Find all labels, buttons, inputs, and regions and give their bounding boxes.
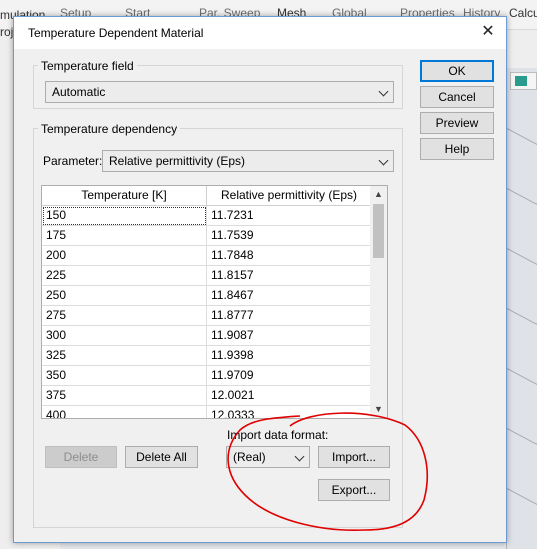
temperature-field-value: Automatic: [52, 85, 106, 99]
import-format-label: Import data format:: [227, 428, 329, 442]
workspace-view: [506, 68, 537, 549]
cell-permittivity[interactable]: 11.9398: [207, 346, 371, 366]
ok-button[interactable]: OK: [420, 60, 494, 82]
temperature-dependent-material-dialog: Temperature Dependent Material ✕ Tempera…: [13, 16, 507, 543]
table-scrollbar[interactable]: ▲ ▼: [370, 186, 387, 418]
table-row[interactable]: 375 12.0021: [42, 386, 371, 406]
delete-all-button[interactable]: Delete All: [125, 446, 198, 468]
cell-permittivity[interactable]: 11.8157: [207, 266, 371, 286]
cancel-button[interactable]: Cancel: [420, 86, 494, 108]
cell-permittivity[interactable]: 11.8467: [207, 286, 371, 306]
cell-permittivity[interactable]: 11.9087: [207, 326, 371, 346]
cell-temperature[interactable]: 350: [42, 366, 207, 386]
import-format-value: (Real): [233, 450, 266, 464]
table-header: Temperature [K] Relative permittivity (E…: [42, 186, 371, 206]
chevron-down-icon: [378, 86, 389, 97]
cell-permittivity[interactable]: 11.8777: [207, 306, 371, 326]
cell-temperature[interactable]: 375: [42, 386, 207, 406]
table-row[interactable]: 275 11.8777: [42, 306, 371, 326]
table-row[interactable]: 150 11.7231: [42, 206, 371, 226]
cell-temperature[interactable]: 325: [42, 346, 207, 366]
chevron-down-icon: [294, 451, 305, 462]
cell-temperature[interactable]: 175: [42, 226, 207, 246]
table-body: 150 11.7231 175 11.7539 200 11.7848 225 11.8…: [42, 206, 371, 418]
scroll-up-icon[interactable]: ▲: [370, 186, 387, 203]
temperature-field-label: Temperature field: [38, 59, 137, 73]
help-button[interactable]: Help: [420, 138, 494, 160]
table-row[interactable]: 175 11.7539: [42, 226, 371, 246]
dialog-title: Temperature Dependent Material: [28, 26, 204, 40]
export-button[interactable]: Export...: [318, 479, 390, 501]
delete-button[interactable]: Delete: [45, 446, 117, 468]
column-header-temperature[interactable]: Temperature [K]: [42, 186, 207, 206]
table-row[interactable]: 300 11.9087: [42, 326, 371, 346]
cell-permittivity[interactable]: 11.9709: [207, 366, 371, 386]
cell-temperature[interactable]: 150: [42, 206, 207, 226]
table-row[interactable]: 225 11.8157: [42, 266, 371, 286]
dialog-titlebar[interactable]: Temperature Dependent Material ✕: [14, 17, 506, 49]
table-row[interactable]: 350 11.9709: [42, 366, 371, 386]
scrollbar-thumb[interactable]: [373, 204, 384, 258]
cell-temperature[interactable]: 300: [42, 326, 207, 346]
waves-icon: [515, 76, 527, 86]
scroll-down-icon[interactable]: ▼: [370, 401, 387, 418]
table-row[interactable]: 325 11.9398: [42, 346, 371, 366]
cell-temperature[interactable]: 400: [42, 406, 207, 418]
cell-permittivity[interactable]: 11.7539: [207, 226, 371, 246]
ribbon-calculate[interactable]: Calcu: [509, 6, 537, 20]
parameter-label: Parameter:: [43, 154, 103, 168]
temperature-dependency-label: Temperature dependency: [38, 122, 181, 136]
cell-permittivity[interactable]: 12.0021: [207, 386, 371, 406]
column-header-permittivity[interactable]: Relative permittivity (Eps): [207, 186, 371, 206]
cell-permittivity[interactable]: 11.7231: [207, 206, 371, 226]
preview-button[interactable]: Preview: [420, 112, 494, 134]
cell-temperature[interactable]: 225: [42, 266, 207, 286]
workspace-tab[interactable]: [510, 72, 537, 90]
import-button[interactable]: Import...: [318, 446, 390, 468]
import-format-select[interactable]: (Real): [226, 446, 310, 468]
cell-temperature[interactable]: 200: [42, 246, 207, 266]
parameter-value: Relative permittivity (Eps): [109, 154, 246, 168]
chevron-down-icon: [378, 155, 389, 166]
close-icon[interactable]: ✕: [478, 22, 498, 42]
cell-permittivity[interactable]: 12.0333: [207, 406, 371, 418]
table-row[interactable]: 250 11.8467: [42, 286, 371, 306]
temperature-field-select[interactable]: Automatic: [45, 81, 394, 103]
cell-temperature[interactable]: 275: [42, 306, 207, 326]
table-row[interactable]: 200 11.7848: [42, 246, 371, 266]
table-row[interactable]: 400 12.0333: [42, 406, 371, 418]
data-table: Temperature [K] Relative permittivity (E…: [41, 185, 388, 419]
cell-permittivity[interactable]: 11.7848: [207, 246, 371, 266]
parameter-select[interactable]: Relative permittivity (Eps): [102, 150, 394, 172]
cell-temperature[interactable]: 250: [42, 286, 207, 306]
